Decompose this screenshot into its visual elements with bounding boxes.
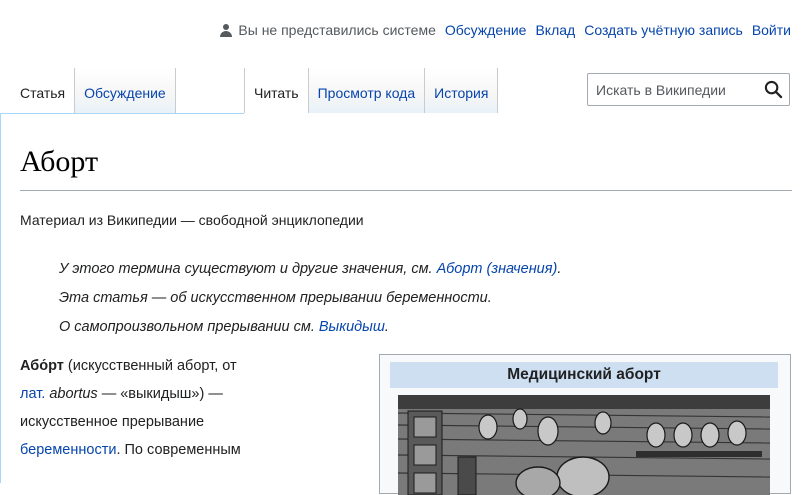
tab-read[interactable]: Читать xyxy=(244,68,309,113)
lead-text: . По современным xyxy=(116,442,241,458)
hatnote-about: Эта статья — об искусственном прерывании… xyxy=(59,290,492,306)
lead-text: искусственное прерывание xyxy=(20,414,205,430)
latin-word: abortus xyxy=(49,386,98,402)
tab-talk[interactable]: Обсуждение xyxy=(75,68,176,113)
infobox-engraving-image[interactable] xyxy=(398,395,770,495)
latin-link[interactable]: лат. xyxy=(20,386,45,402)
hatnote-disambiguation: У этого термина существуют и другие знач… xyxy=(59,261,561,277)
hatnote-text: У этого термина существуют и другие знач… xyxy=(59,261,437,277)
hatnote-text: О самопроизвольном прерывании см. xyxy=(59,319,319,335)
search-box xyxy=(587,73,790,106)
view-tabs: Читать Просмотр кода История xyxy=(244,68,499,113)
search-icon[interactable] xyxy=(764,80,783,99)
site-tagline: Материал из Википедии — свободной энцикл… xyxy=(20,212,364,228)
login-link[interactable]: Войти xyxy=(752,22,791,38)
lead-text: (искусственный аборт, от xyxy=(63,358,237,374)
title-divider xyxy=(20,190,792,191)
page-title: Аборт xyxy=(20,145,99,178)
hatnote-miscarriage: О самопроизвольном прерывании см. Выкиды… xyxy=(59,319,389,335)
miscarriage-link[interactable]: Выкидыш xyxy=(319,319,385,335)
lead-term: Або́рт xyxy=(20,358,64,374)
lead-text: — «выкидыш») — xyxy=(97,386,223,402)
content-area: Аборт Материал из Википедии — свободной … xyxy=(0,114,801,495)
user-icon xyxy=(220,23,233,37)
tab-article[interactable]: Статья xyxy=(0,68,76,113)
contributions-link[interactable]: Вклад xyxy=(535,22,575,38)
create-account-link[interactable]: Создать учётную запись xyxy=(584,22,743,38)
personal-talk-link[interactable]: Обсуждение xyxy=(445,22,527,38)
tab-view-source-label: Просмотр кода xyxy=(317,85,416,101)
namespace-tabs: Статья Обсуждение xyxy=(0,68,176,113)
hatnote-punct: . xyxy=(557,261,562,277)
infobox: Медицинский аборт xyxy=(379,354,791,495)
tab-view-source[interactable]: Просмотр кода xyxy=(308,68,426,113)
tab-talk-label: Обсуждение xyxy=(84,85,166,101)
infobox-caption: Медицинский аборт xyxy=(390,362,778,388)
tab-history-label: История xyxy=(434,85,489,101)
personal-tools: Вы не представились системе Обсуждение В… xyxy=(220,20,791,40)
tab-article-label: Статья xyxy=(20,85,66,101)
lead-paragraph: Або́рт (искусственный аборт, от лат. abo… xyxy=(20,352,350,464)
hatnote-punct: . xyxy=(384,319,389,335)
tab-read-label: Читать xyxy=(254,85,299,101)
disambiguation-link[interactable]: Аборт (значения) xyxy=(437,261,558,277)
anon-user-label: Вы не представились системе xyxy=(238,22,436,38)
tab-history[interactable]: История xyxy=(425,68,499,113)
search-input[interactable] xyxy=(588,74,758,105)
pregnancy-link[interactable]: беременности xyxy=(20,442,116,458)
